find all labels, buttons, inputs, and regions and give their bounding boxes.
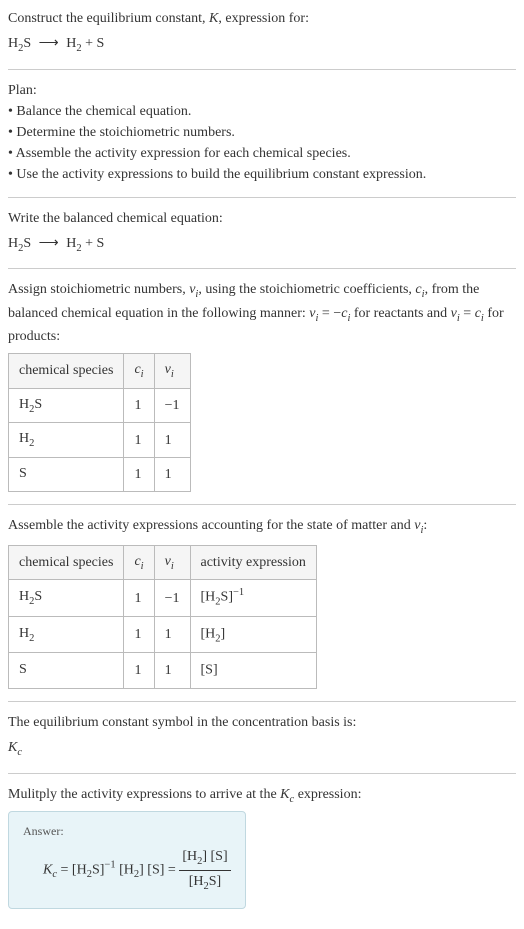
header-c: ci	[124, 354, 154, 389]
plan-item: Use the activity expressions to build th…	[8, 164, 516, 185]
activity-section: Assemble the activity expressions accoun…	[8, 515, 516, 689]
header-species: chemical species	[9, 545, 124, 580]
table-row: H2S 1 −1 [H2S]−1	[9, 580, 317, 616]
divider	[8, 197, 516, 198]
header-c: ci	[124, 545, 154, 580]
plan-list: Balance the chemical equation. Determine…	[8, 101, 516, 185]
denominator: [H2S]	[179, 871, 230, 895]
stoich-table: chemical species ci νi H2S 1 −1 H2 1 1 S…	[8, 353, 191, 492]
cell-c: 1	[124, 616, 154, 652]
title-suffix: , expression for:	[218, 11, 309, 26]
cell-nu: −1	[154, 580, 190, 616]
divider	[8, 268, 516, 269]
plan-heading: Plan:	[8, 80, 516, 101]
title-k: K	[209, 11, 218, 26]
fraction: [H2] [S][H2S]	[179, 846, 230, 894]
eq-symbol-intro: The equilibrium constant symbol in the c…	[8, 712, 516, 733]
table-row: S 1 1	[9, 457, 191, 492]
divider	[8, 701, 516, 702]
title-line: Construct the equilibrium constant, K, e…	[8, 8, 516, 29]
cell-species: H2S	[9, 580, 124, 616]
header-species: chemical species	[9, 354, 124, 389]
activity-table: chemical species ci νi activity expressi…	[8, 545, 317, 689]
table-row: H2 1 1	[9, 423, 191, 458]
answer-equation: Kc = [H2S]−1 [H2] [S] = [H2] [S][H2S]	[23, 846, 231, 894]
reactant: H2S	[8, 236, 31, 251]
reactant: H2S	[8, 36, 31, 51]
cell-c: 1	[124, 652, 154, 688]
plan-section: Plan: Balance the chemical equation. Det…	[8, 80, 516, 185]
reaction-equation: H2S ⟶ H2 + S	[8, 33, 516, 57]
divider	[8, 69, 516, 70]
answer-box: Answer: Kc = [H2S]−1 [H2] [S] = [H2] [S]…	[8, 811, 246, 909]
cell-activity: [S]	[190, 652, 316, 688]
cell-c: 1	[124, 580, 154, 616]
multiply-section: Mulitply the activity expressions to arr…	[8, 784, 516, 910]
stoich-section: Assign stoichiometric numbers, νi, using…	[8, 279, 516, 492]
product1: H2	[66, 36, 81, 51]
table-row: H2 1 1 [H2]	[9, 616, 317, 652]
table-row: H2S 1 −1	[9, 388, 191, 423]
product2: S	[97, 236, 105, 251]
cell-c: 1	[124, 423, 154, 458]
plan-item: Determine the stoichiometric numbers.	[8, 122, 516, 143]
cell-nu: 1	[154, 423, 190, 458]
balanced-equation: H2S ⟶ H2 + S	[8, 233, 516, 257]
multiply-intro: Mulitply the activity expressions to arr…	[8, 784, 516, 808]
cell-c: 1	[124, 388, 154, 423]
eq-symbol-section: The equilibrium constant symbol in the c…	[8, 712, 516, 761]
title-prefix: Construct the equilibrium constant,	[8, 11, 209, 26]
table-header-row: chemical species ci νi activity expressi…	[9, 545, 317, 580]
header-nu: νi	[154, 354, 190, 389]
numerator: [H2] [S]	[179, 846, 230, 871]
cell-nu: 1	[154, 616, 190, 652]
stoich-intro: Assign stoichiometric numbers, νi, using…	[8, 279, 516, 347]
cell-activity: [H2S]−1	[190, 580, 316, 616]
plus: +	[82, 36, 97, 51]
arrow-icon: ⟶	[39, 233, 59, 254]
balanced-intro: Write the balanced chemical equation:	[8, 208, 516, 229]
product2: S	[97, 36, 105, 51]
table-row: S 1 1 [S]	[9, 652, 317, 688]
divider	[8, 773, 516, 774]
balanced-section: Write the balanced chemical equation: H2…	[8, 208, 516, 257]
plan-item: Balance the chemical equation.	[8, 101, 516, 122]
plan-item: Assemble the activity expression for eac…	[8, 143, 516, 164]
cell-activity: [H2]	[190, 616, 316, 652]
cell-nu: −1	[154, 388, 190, 423]
answer-label: Answer:	[23, 822, 231, 840]
product1: H2	[66, 236, 81, 251]
header-activity: activity expression	[190, 545, 316, 580]
cell-species: S	[9, 652, 124, 688]
eq-symbol: Kc	[8, 737, 516, 761]
cell-species: H2	[9, 616, 124, 652]
cell-nu: 1	[154, 457, 190, 492]
cell-nu: 1	[154, 652, 190, 688]
activity-intro: Assemble the activity expressions accoun…	[8, 515, 516, 539]
plus: +	[82, 236, 97, 251]
cell-species: S	[9, 457, 124, 492]
header-nu: νi	[154, 545, 190, 580]
header-section: Construct the equilibrium constant, K, e…	[8, 8, 516, 57]
cell-species: H2S	[9, 388, 124, 423]
cell-c: 1	[124, 457, 154, 492]
cell-species: H2	[9, 423, 124, 458]
table-header-row: chemical species ci νi	[9, 354, 191, 389]
divider	[8, 504, 516, 505]
arrow-icon: ⟶	[39, 33, 59, 54]
